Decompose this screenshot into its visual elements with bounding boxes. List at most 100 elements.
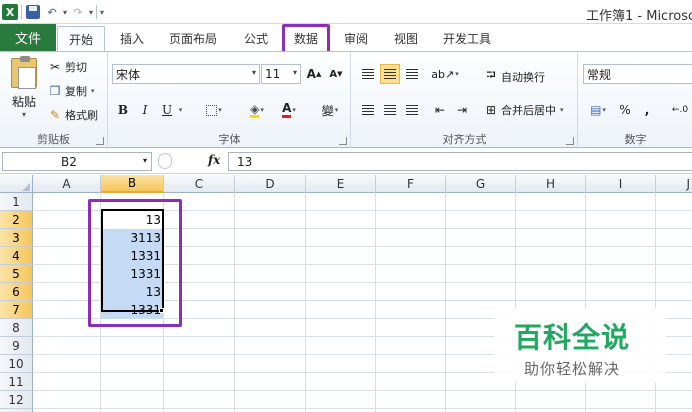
undo-icon[interactable]: ↶: [44, 4, 60, 20]
tab-file[interactable]: 文件: [0, 24, 56, 51]
toolbar-divider: [21, 5, 22, 19]
select-all-button[interactable]: [0, 175, 33, 193]
column-header-i[interactable]: I: [586, 175, 656, 193]
selection-highlight-annotation: [88, 199, 182, 327]
bold-button[interactable]: B: [115, 100, 131, 120]
insert-function-icon[interactable]: fx: [208, 153, 220, 167]
formula-bar-resize-handle[interactable]: [158, 153, 172, 169]
row-header-4[interactable]: 4: [0, 247, 33, 265]
font-size-combo[interactable]: 11 ▾: [261, 64, 301, 84]
grid-line: [305, 193, 306, 412]
column-header-b[interactable]: B: [101, 175, 164, 193]
merge-center-button[interactable]: ⊞ 合并后居中 ▾: [484, 102, 564, 118]
watermark: 百科全说 助你轻松解决: [494, 308, 666, 382]
column-header-h[interactable]: H: [516, 175, 586, 193]
shrink-font-button[interactable]: A ▼: [327, 64, 345, 84]
tab-home[interactable]: 开始: [57, 26, 105, 51]
scissors-icon: ✂: [49, 60, 61, 74]
cut-button[interactable]: ✂ 剪切: [48, 59, 87, 75]
border-button[interactable]: ▾: [201, 100, 227, 120]
row-header-11[interactable]: 11: [0, 373, 33, 391]
dialog-launcher-icon[interactable]: [566, 137, 574, 145]
grow-font-button[interactable]: A ▲: [305, 64, 323, 84]
increase-decimal-button[interactable]: ←.0: [669, 100, 691, 120]
copy-dropdown-icon[interactable]: ▾: [91, 87, 95, 95]
italic-button[interactable]: I: [137, 100, 153, 120]
column-header-c[interactable]: C: [164, 175, 235, 193]
font-name-combo[interactable]: 宋体 ▾: [112, 64, 260, 84]
excel-icon[interactable]: X: [2, 4, 18, 20]
data-tab-highlight: [282, 24, 330, 54]
tab-review[interactable]: 审阅: [336, 26, 376, 51]
customize-qat-icon[interactable]: ▾: [100, 8, 104, 17]
row-header-7[interactable]: 7: [0, 301, 33, 319]
row-header-5[interactable]: 5: [0, 265, 33, 283]
column-header-j[interactable]: J: [656, 175, 692, 193]
phonetic-button[interactable]: 變 ▾: [313, 100, 347, 120]
formula-input[interactable]: 13: [228, 152, 692, 171]
column-header-e[interactable]: E: [306, 175, 376, 193]
save-button[interactable]: [25, 4, 41, 20]
increase-indent-button[interactable]: ⇥: [452, 100, 472, 120]
underline-dropdown-icon[interactable]: ▾: [175, 100, 185, 120]
copy-button[interactable]: ❐ 复制 ▾: [48, 83, 95, 99]
wrap-text-button[interactable]: ⮒ 自动换行: [484, 66, 545, 87]
tab-view[interactable]: 视图: [386, 26, 426, 51]
tab-page-layout[interactable]: 页面布局: [162, 26, 224, 51]
row-header-1[interactable]: 1: [0, 193, 33, 211]
column-header-d[interactable]: D: [235, 175, 306, 193]
merge-dropdown-icon[interactable]: ▾: [560, 106, 564, 114]
align-left-button[interactable]: [358, 100, 378, 120]
row-header-2[interactable]: 2: [0, 211, 33, 229]
redo-dropdown-icon[interactable]: ▾: [89, 8, 93, 17]
phonetic-icon: 變: [321, 103, 334, 118]
underline-button[interactable]: U: [159, 100, 175, 120]
currency-button[interactable]: ▤ ▾: [585, 100, 611, 120]
align-center-button[interactable]: [380, 100, 400, 120]
decrease-indent-button[interactable]: ⇤: [430, 100, 450, 120]
font-color-glyph: A: [282, 102, 292, 118]
fill-color-button[interactable]: ◈ ▾: [243, 100, 271, 120]
comma-button[interactable]: ,: [641, 100, 653, 120]
name-box[interactable]: B2 ▾: [2, 152, 152, 171]
tab-developer[interactable]: 开发工具: [436, 26, 498, 51]
row-header-10[interactable]: 10: [0, 355, 33, 373]
align-bottom-button[interactable]: [402, 64, 422, 84]
row-header-9[interactable]: 9: [0, 337, 33, 355]
merge-center-label: 合并后居中: [501, 104, 556, 117]
chevron-down-icon: ▾: [142, 156, 147, 165]
decrease-indent-icon: ⇤: [434, 103, 446, 117]
grow-font-glyph: A: [306, 67, 316, 81]
tab-insert[interactable]: 插入: [112, 26, 152, 51]
column-header-f[interactable]: F: [376, 175, 446, 193]
align-top-button[interactable]: [358, 64, 378, 84]
align-middle-button[interactable]: [380, 64, 400, 84]
paste-button[interactable]: 粘贴 ▾: [6, 56, 42, 119]
column-header-a[interactable]: A: [33, 175, 101, 193]
clipboard-group: 粘贴 ▾ ✂ 剪切 ❐ 复制 ▾ ✎ 格式刷 剪贴板: [0, 52, 108, 148]
number-group: 常规 ▤ ▾ % , ←.0 数字: [579, 52, 692, 148]
align-right-button[interactable]: [402, 100, 422, 120]
font-size-value: 11: [265, 67, 281, 81]
paste-label: 粘贴: [11, 95, 36, 109]
dialog-launcher-icon[interactable]: [96, 137, 104, 145]
row-header-8[interactable]: 8: [0, 319, 33, 337]
border-icon: [206, 104, 218, 116]
dialog-launcher-icon[interactable]: [339, 137, 347, 145]
column-header-g[interactable]: G: [446, 175, 516, 193]
row-header-3[interactable]: 3: [0, 229, 33, 247]
title-bar: X ↶ ▾ ↷ ▾ ▾ 工作簿1 - Microsof: [0, 0, 692, 24]
percent-button[interactable]: %: [617, 100, 633, 120]
font-color-button[interactable]: A ▾: [275, 100, 303, 120]
paste-icon: [11, 56, 37, 89]
undo-dropdown-icon[interactable]: ▾: [63, 8, 67, 17]
tab-formulas[interactable]: 公式: [236, 26, 276, 51]
save-icon: [26, 5, 40, 19]
format-painter-button[interactable]: ✎ 格式刷: [48, 107, 98, 123]
row-header-12[interactable]: 12: [0, 391, 33, 409]
redo-icon[interactable]: ↷: [70, 4, 86, 20]
paste-dropdown-icon[interactable]: ▾: [6, 110, 42, 119]
row-header-6[interactable]: 6: [0, 283, 33, 301]
orientation-button[interactable]: ab↗ ▾: [431, 64, 458, 84]
number-format-combo[interactable]: 常规: [583, 64, 692, 84]
